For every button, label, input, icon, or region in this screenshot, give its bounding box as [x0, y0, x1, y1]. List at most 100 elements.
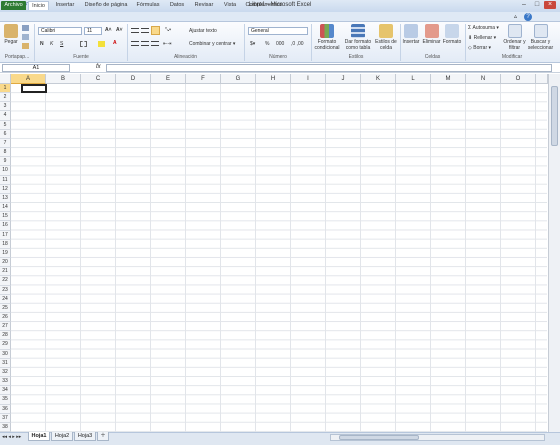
- row-header[interactable]: 27: [0, 322, 11, 332]
- tab-file[interactable]: Archivo: [1, 1, 26, 10]
- wrap-text-button[interactable]: Ajustar texto: [189, 28, 217, 34]
- row-header[interactable]: 31: [0, 358, 11, 368]
- row-header[interactable]: 38: [0, 422, 11, 433]
- bold-icon[interactable]: N: [40, 41, 44, 47]
- font-color-icon[interactable]: A: [113, 40, 117, 46]
- tab-view[interactable]: Vista: [220, 1, 240, 10]
- find-select-button[interactable]: Buscar y seleccionar: [527, 24, 554, 51]
- row-header[interactable]: 32: [0, 367, 11, 378]
- column-header[interactable]: D: [116, 74, 151, 84]
- row-header[interactable]: 7: [0, 138, 11, 149]
- fill-color-icon[interactable]: [98, 41, 105, 47]
- row-header[interactable]: 29: [0, 340, 11, 350]
- tab-page-layout[interactable]: Diseño de página: [82, 1, 130, 10]
- row-header[interactable]: 4: [0, 111, 11, 121]
- grow-font-icon[interactable]: A˄: [105, 27, 112, 33]
- number-format-select[interactable]: General: [248, 27, 308, 35]
- row-header[interactable]: 19: [0, 248, 11, 259]
- format-painter-icon[interactable]: [22, 43, 29, 49]
- tab-review[interactable]: Revisar: [192, 1, 216, 10]
- worksheet-grid[interactable]: [11, 84, 547, 432]
- sort-filter-button[interactable]: Ordenar y filtrar: [503, 24, 526, 51]
- conditional-format-button[interactable]: Formato condicional: [312, 24, 342, 51]
- delete-cells-button[interactable]: Eliminar: [421, 24, 442, 46]
- cut-icon[interactable]: [22, 25, 29, 31]
- row-header[interactable]: 30: [0, 349, 11, 359]
- vertical-scrollbar[interactable]: [548, 74, 560, 432]
- shrink-font-icon[interactable]: A˅: [116, 27, 123, 33]
- column-header[interactable]: N: [466, 74, 501, 84]
- column-header[interactable]: J: [326, 74, 361, 84]
- column-header[interactable]: K: [361, 74, 396, 84]
- column-header[interactable]: H: [256, 74, 291, 84]
- sheet-nav-arrows[interactable]: ◂◂ ◂ ▸ ▸▸: [2, 434, 21, 440]
- paste-button[interactable]: Pegar: [3, 24, 19, 46]
- minimize-icon[interactable]: –: [518, 1, 530, 9]
- row-header[interactable]: 16: [0, 221, 11, 231]
- autosum-button[interactable]: Σ Autosuma ▾: [468, 25, 499, 31]
- tab-insert[interactable]: Insertar: [52, 1, 78, 10]
- row-header[interactable]: 28: [0, 331, 11, 341]
- row-header[interactable]: 23: [0, 285, 11, 295]
- hscroll-thumb[interactable]: [339, 435, 419, 440]
- font-name-select[interactable]: Calibri: [38, 27, 82, 35]
- row-header[interactable]: 15: [0, 212, 11, 222]
- row-header[interactable]: 26: [0, 313, 11, 323]
- horizontal-scrollbar[interactable]: [330, 434, 545, 441]
- row-header[interactable]: 5: [0, 120, 11, 130]
- row-header[interactable]: 37: [0, 413, 11, 423]
- column-header[interactable]: E: [151, 74, 186, 84]
- orientation-icon[interactable]: ⤡▾: [165, 27, 171, 33]
- select-all-corner[interactable]: [0, 74, 11, 84]
- insert-function-button[interactable]: fx: [96, 64, 101, 70]
- row-header[interactable]: 13: [0, 193, 11, 204]
- row-header[interactable]: 6: [0, 129, 11, 139]
- column-header[interactable]: O: [501, 74, 536, 84]
- help-icon[interactable]: ?: [524, 13, 532, 21]
- tab-home[interactable]: Inicio: [28, 1, 49, 10]
- column-header[interactable]: B: [46, 74, 81, 84]
- column-header[interactable]: L: [396, 74, 431, 84]
- align-bottom-icon[interactable]: [151, 26, 160, 35]
- decimal-icons[interactable]: ,0 ,00: [291, 41, 304, 47]
- row-header[interactable]: 3: [0, 102, 11, 112]
- percent-icon[interactable]: %: [265, 41, 269, 47]
- column-header[interactable]: M: [431, 74, 466, 84]
- align-left-icon[interactable]: [131, 41, 139, 46]
- italic-icon[interactable]: K: [50, 41, 53, 47]
- comma-style-icon[interactable]: 000: [276, 41, 284, 47]
- row-header[interactable]: 10: [0, 166, 11, 176]
- sheet-tab[interactable]: Hoja1: [28, 432, 50, 441]
- align-right-icon[interactable]: [151, 41, 159, 46]
- tab-addins[interactable]: Complementos: [244, 1, 284, 10]
- ribbon-minimize-icon[interactable]: ▵: [514, 13, 522, 21]
- close-icon[interactable]: ×: [544, 1, 556, 9]
- column-header-partial[interactable]: [536, 74, 548, 84]
- row-header[interactable]: 1: [0, 84, 11, 94]
- format-cells-button[interactable]: Formato: [442, 24, 462, 46]
- sheet-tab[interactable]: Hoja3: [74, 432, 96, 441]
- row-header[interactable]: 35: [0, 395, 11, 405]
- sheet-tab[interactable]: Hoja2: [51, 432, 73, 441]
- indent-icon[interactable]: ⇤⇥: [163, 41, 171, 47]
- format-as-table-button[interactable]: Dar formato como tabla: [343, 24, 373, 51]
- merge-center-button[interactable]: Combinar y centrar ▾: [189, 41, 235, 47]
- clear-button[interactable]: ◇ Borrar ▾: [468, 45, 491, 51]
- font-size-select[interactable]: 11: [84, 27, 102, 35]
- row-header[interactable]: 17: [0, 230, 11, 240]
- row-header[interactable]: 14: [0, 203, 11, 213]
- align-center-icon[interactable]: [141, 41, 149, 46]
- column-header[interactable]: A: [11, 74, 46, 84]
- row-header[interactable]: 34: [0, 386, 11, 396]
- underline-icon[interactable]: S: [60, 41, 63, 47]
- maximize-icon[interactable]: □: [531, 1, 543, 9]
- tab-data[interactable]: Datos: [166, 1, 188, 10]
- scrollbar-thumb[interactable]: [551, 86, 558, 146]
- row-header[interactable]: 18: [0, 239, 11, 249]
- row-header[interactable]: 20: [0, 258, 11, 268]
- name-box[interactable]: A1: [2, 64, 70, 72]
- column-header[interactable]: F: [186, 74, 221, 84]
- column-header[interactable]: G: [221, 74, 256, 84]
- borders-icon[interactable]: [80, 41, 87, 47]
- fill-button[interactable]: ⬇ Rellenar ▾: [468, 35, 496, 41]
